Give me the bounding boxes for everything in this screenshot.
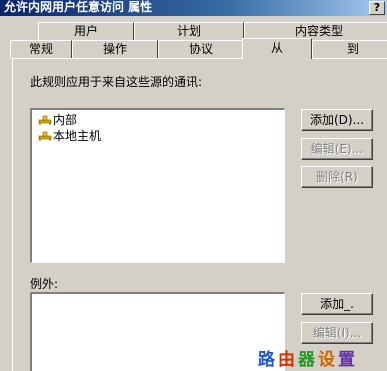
add-exception-button[interactable]: 添加_. bbox=[301, 293, 373, 315]
tab-action[interactable]: 操作 bbox=[72, 40, 158, 58]
tab-to[interactable]: 到 bbox=[312, 40, 387, 58]
watermark-char: 置 bbox=[338, 350, 358, 370]
tab-from[interactable]: 从 bbox=[242, 38, 312, 59]
tab-general[interactable]: 常规 bbox=[10, 40, 72, 58]
list-item[interactable]: 内部 bbox=[38, 113, 77, 127]
network-icon bbox=[38, 115, 52, 125]
edit-exception-button[interactable]: 编辑(I)... bbox=[301, 322, 373, 344]
list-item-label: 本地主机 bbox=[53, 129, 102, 143]
tab-protocols[interactable]: 协议 bbox=[158, 40, 244, 58]
help-button[interactable]: ? bbox=[369, 1, 385, 15]
tab-users[interactable]: 用户 bbox=[38, 22, 134, 40]
source-list[interactable]: 内部 本地主机 bbox=[30, 108, 285, 263]
watermark-char: 设 bbox=[318, 350, 338, 370]
remove-source-button[interactable]: 删除(R) bbox=[301, 166, 373, 188]
tab-schedule[interactable]: 计划 bbox=[134, 22, 244, 40]
title-bar: 允许内网用户任意访问 属性 ? bbox=[0, 0, 387, 16]
exceptions-list[interactable] bbox=[30, 292, 285, 371]
list-item[interactable]: 本地主机 bbox=[38, 129, 101, 143]
from-description: 此规则应用于来自这些源的通讯: bbox=[30, 75, 203, 89]
exceptions-label: 例外: bbox=[30, 277, 59, 291]
window-title: 允许内网用户任意访问 属性 bbox=[4, 0, 153, 14]
add-source-button[interactable]: 添加(D)... bbox=[301, 109, 373, 131]
watermark: 路由器设置 bbox=[258, 345, 358, 370]
watermark-char: 路 bbox=[258, 350, 278, 370]
watermark-char: 由 bbox=[278, 350, 298, 370]
watermark-char: 器 bbox=[298, 350, 318, 370]
network-icon bbox=[38, 131, 52, 141]
edit-source-button[interactable]: 编辑(E)... bbox=[301, 138, 373, 160]
list-item-label: 内部 bbox=[53, 113, 78, 127]
